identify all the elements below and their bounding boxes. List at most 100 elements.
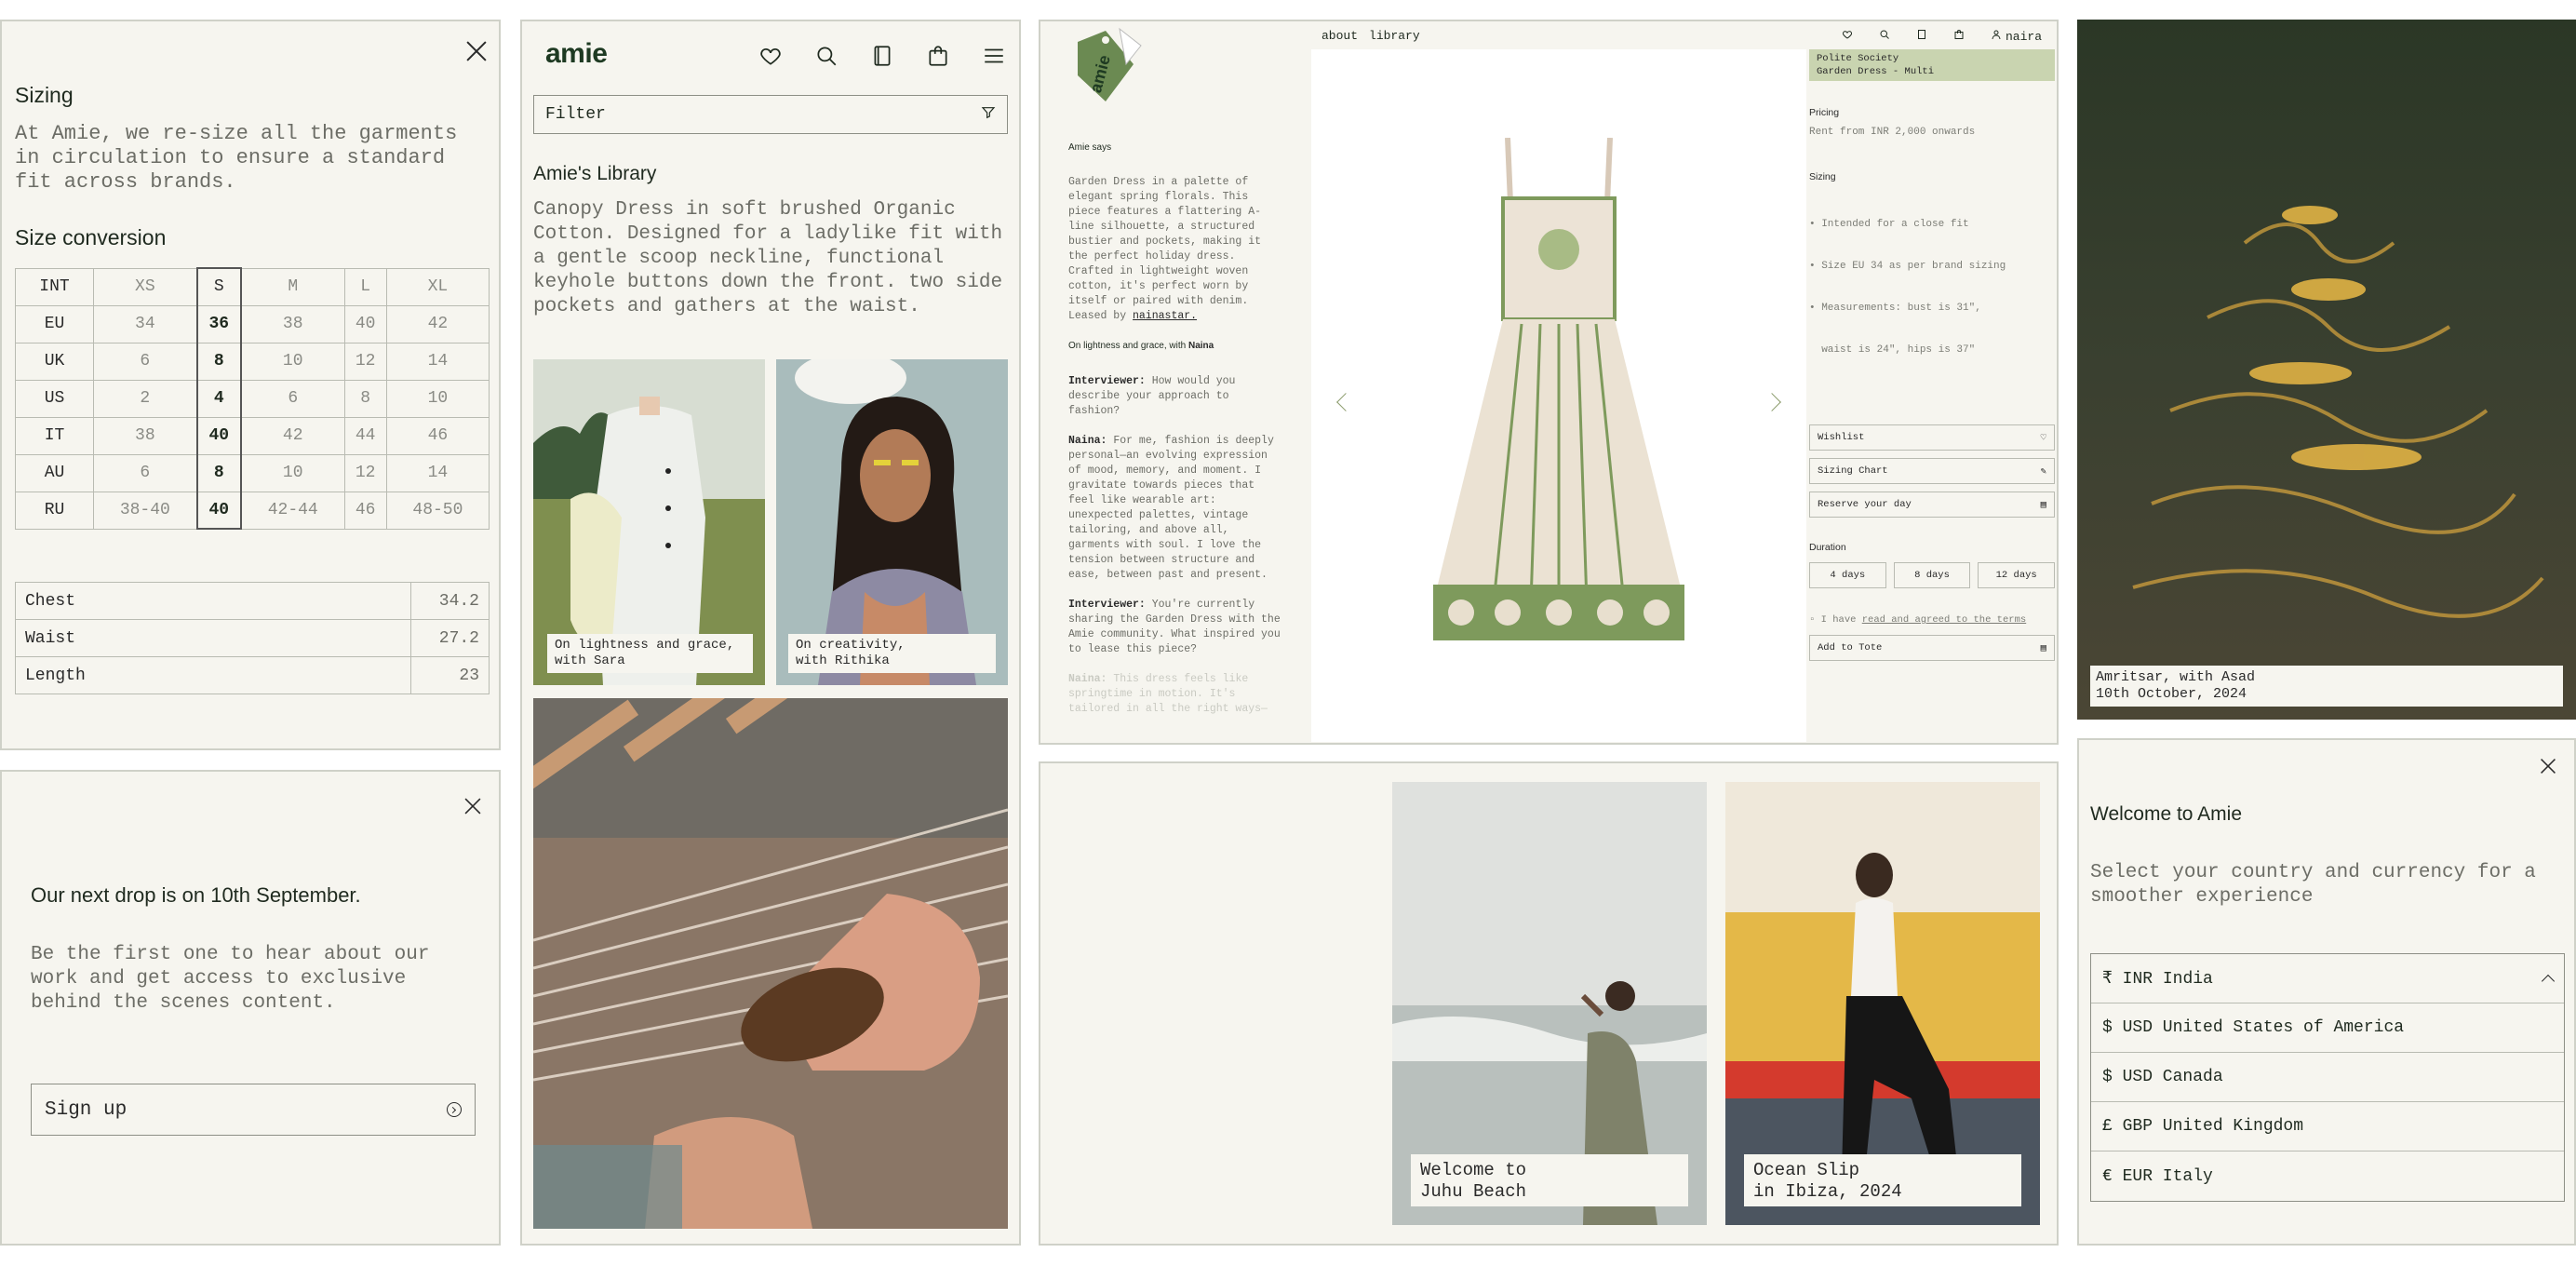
drop-body: Be the first one to hear about our work … (31, 944, 430, 1014)
qa-text: For me, fashion is deeply personal—an ev… (1068, 435, 1274, 581)
size-system-label: IT (15, 416, 94, 455)
size-cell: 8 (195, 342, 242, 381)
wishlist-button[interactable]: Wishlist ♡ (1809, 424, 2055, 451)
size-cell: 46 (343, 491, 387, 530)
size-cell: 42 (385, 304, 490, 343)
menu-icon[interactable] (982, 44, 1006, 68)
size-column-header[interactable]: M (240, 267, 345, 306)
size-cell: 46 (385, 416, 490, 455)
library-description: Canopy Dress in soft brushed Organic Cot… (533, 199, 1003, 317)
size-cell: 42-44 (240, 491, 345, 530)
size-column-header[interactable]: S (195, 267, 242, 306)
size-conversion-title: Size conversion (15, 225, 167, 249)
duration-option[interactable]: 8 days (1893, 562, 1971, 588)
size-cell: 6 (92, 453, 198, 492)
terms-link[interactable]: read and agreed to the terms (1862, 614, 2026, 626)
product-image-carousel[interactable] (1311, 49, 1806, 742)
signup-button[interactable]: Sign up (31, 1084, 476, 1136)
qa-speaker: Naina: (1068, 435, 1107, 447)
loom-image (533, 698, 1008, 1229)
currency-option-selected[interactable]: ₹ INR India (2091, 954, 2564, 1003)
filter-dropdown[interactable]: Filter (533, 95, 1008, 134)
chevron-right-icon[interactable] (1763, 393, 1781, 411)
currency-option[interactable]: € EUR Italy (2091, 1152, 2564, 1201)
nav-library[interactable]: library (1369, 29, 1420, 43)
library-card-sara[interactable]: On lightness and grace, with Sara (533, 359, 765, 685)
terms-text: I have (1820, 614, 1857, 626)
welcome-title: Welcome to Amie (2090, 803, 2243, 825)
search-icon[interactable] (814, 44, 839, 68)
library-card-rithika[interactable]: On creativity, with Rithika (776, 359, 1008, 685)
close-icon[interactable] (463, 796, 483, 816)
currency-dropdown[interactable]: ₹ INR India $ USD United States of Ameri… (2090, 953, 2565, 1202)
amie-says-label: Amie says (1068, 142, 1112, 153)
chevron-left-icon[interactable] (1336, 393, 1355, 411)
currency-label: ₹ INR India (2102, 970, 2213, 989)
heart-icon[interactable] (1842, 29, 1853, 44)
amie-hangtag-logo[interactable]: amie (1068, 27, 1145, 113)
sizing-point: waist is 24", hips is 37" (1809, 344, 1976, 356)
size-cell: 44 (343, 416, 387, 455)
duration-option[interactable]: 12 days (1978, 562, 2056, 588)
brand-banner: Polite Society Garden Dress - Multi (1809, 49, 2055, 81)
lessor-link[interactable]: nainastar. (1133, 310, 1197, 322)
size-cell: 38-40 (92, 491, 198, 530)
duration-option[interactable]: 4 days (1809, 562, 1886, 588)
size-cell: 6 (240, 379, 345, 418)
sizing-panel: Sizing At Amie, we re-size all the garme… (0, 20, 501, 750)
story-heading-name: Naina (1187, 341, 1214, 351)
reserve-day-button[interactable]: Reserve your day ▤ (1809, 492, 2055, 518)
sizing-chart-button[interactable]: Sizing Chart ✎ (1809, 458, 2055, 484)
heart-icon[interactable] (758, 44, 783, 68)
close-icon[interactable] (2539, 757, 2558, 776)
search-icon[interactable] (1879, 29, 1890, 44)
size-column-header[interactable]: XL (385, 267, 490, 306)
story-card-juhu[interactable]: Welcome to Juhu Beach (1392, 782, 1707, 1225)
amie-logo[interactable]: amie (545, 38, 608, 70)
add-to-tote-button[interactable]: Add to Tote ▤ (1809, 635, 2055, 661)
chevron-up-icon (2541, 974, 2556, 988)
currency-option[interactable]: $ USD United States of America (2091, 1003, 2564, 1053)
size-row: INT XS S M L XL (15, 267, 490, 306)
qa-speaker: Interviewer: (1068, 375, 1146, 387)
size-column-header[interactable]: XS (92, 267, 198, 306)
garden-dress-image (1433, 138, 1684, 640)
card-caption: Ocean Slip in Ibiza, 2024 (1744, 1154, 2021, 1206)
welcome-body: Select your country and currency for a s… (2090, 862, 2536, 908)
user-menu[interactable]: naira (1991, 29, 2042, 44)
measurement-table: Chest 34.2 Waist 27.2 Length 23 (15, 582, 490, 694)
size-column-header[interactable]: L (343, 267, 387, 306)
size-cell: 34 (92, 304, 198, 343)
caption-line: 10th October, 2024 (2096, 686, 2247, 702)
close-icon[interactable] (463, 38, 490, 64)
currency-option[interactable]: $ USD Canada (2091, 1053, 2564, 1102)
size-cell: 36 (195, 304, 242, 343)
bag-icon[interactable] (926, 44, 950, 68)
measurement-value: 34.2 (410, 582, 490, 620)
pricing-text: Rent from INR 2,000 onwards (1809, 127, 1976, 138)
size-cell: 8 (195, 453, 242, 492)
size-system-label: INT (15, 267, 94, 306)
story-card-ibiza[interactable]: Ocean Slip in Ibiza, 2024 (1725, 782, 2040, 1225)
pencil-icon: ✎ (2040, 465, 2046, 478)
qa-speaker: Interviewer: (1068, 599, 1146, 611)
checkbox-icon[interactable]: ▫ (1809, 614, 1815, 626)
pricing-label: Pricing (1809, 107, 1840, 118)
calendar-icon: ▤ (2040, 499, 2046, 511)
bag-icon[interactable] (1953, 29, 1965, 44)
size-cell: 48-50 (385, 491, 490, 530)
nav-about[interactable]: about (1322, 29, 1358, 43)
currency-option[interactable]: £ GBP United Kingdom (2091, 1102, 2564, 1152)
amritsar-story-card[interactable]: Amritsar, with Asad 10th October, 2024 (2077, 20, 2576, 720)
size-row: EU 34 36 38 40 42 (15, 304, 490, 343)
size-cell: 40 (343, 304, 387, 343)
book-icon[interactable] (1916, 29, 1927, 44)
user-name: naira (2005, 29, 2042, 44)
signup-label: Sign up (45, 1098, 127, 1121)
book-icon[interactable] (870, 44, 894, 68)
loom-photo[interactable] (533, 698, 1008, 1229)
library-panel: amie Filter Amie's Library Canopy Dress … (520, 20, 1021, 1246)
qa-speaker: Naina: (1068, 673, 1107, 685)
terms-row[interactable]: ▫ I have read and agreed to the terms (1809, 614, 2055, 626)
size-system-label: EU (15, 304, 94, 343)
